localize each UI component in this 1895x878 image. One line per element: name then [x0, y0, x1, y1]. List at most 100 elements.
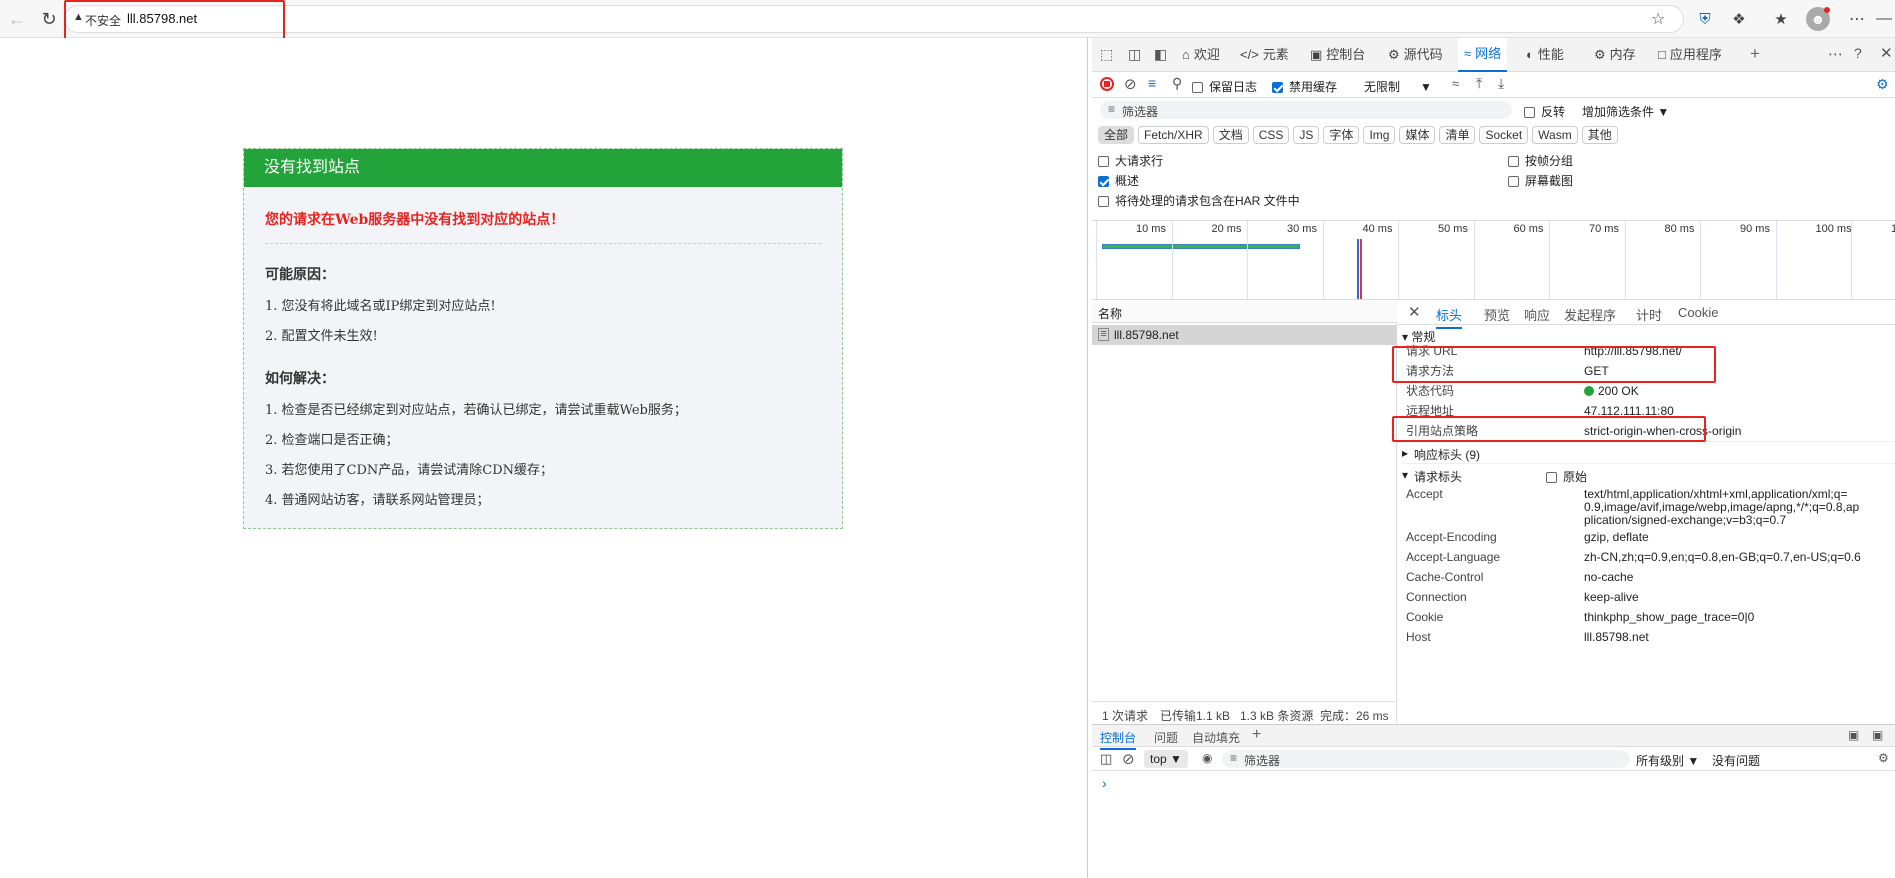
invert-checkbox[interactable]: 反转 [1524, 103, 1565, 120]
close-drawer-icon[interactable]: ▣ [1872, 728, 1883, 742]
export-har-icon[interactable]: ⤓ [1498, 75, 1504, 92]
header-value[interactable]: text/html,application/xhtml+xml,applicat… [1584, 487, 1847, 501]
request-header-row: Cache-Control no-cache [1398, 570, 1895, 587]
header-value[interactable]: gzip, deflate [1584, 530, 1649, 544]
code-icon: </> [1240, 47, 1259, 62]
clear-icon[interactable]: ⊘ [1124, 75, 1137, 93]
header-value[interactable]: zh-CN,zh;q=0.9,en;q=0.8,en-GB;q=0.7,en-U… [1584, 550, 1861, 564]
type-filter-pill[interactable]: JS [1293, 126, 1320, 144]
screenshots-checkbox[interactable]: 屏幕截图 [1508, 172, 1573, 189]
detail-tab-cookie[interactable]: Cookie [1678, 305, 1718, 320]
type-filter-pill[interactable]: 文档 [1212, 126, 1249, 144]
tab-application[interactable]: □ 应用程序 [1658, 38, 1722, 72]
header-value[interactable]: lll.85798.net [1584, 630, 1649, 644]
undock-drawer-icon[interactable]: ▣ [1848, 728, 1859, 742]
add-drawer-tab-icon[interactable]: + [1252, 726, 1261, 744]
close-detail-icon[interactable]: ✕ [1408, 303, 1421, 321]
type-filter-pill[interactable]: Socket [1479, 126, 1529, 144]
tab-console[interactable]: ▣ 控制台 [1310, 38, 1365, 72]
tab-elements[interactable]: </> 元素 [1240, 38, 1289, 72]
header-value[interactable]: plication/signed-exchange;v=b3;q=0.7 [1584, 513, 1786, 527]
more-tools-icon[interactable]: ⋯ [1828, 45, 1843, 63]
request-headers-toggle[interactable]: ▾ 请求标头 原始 [1402, 463, 1895, 485]
type-filter-pill[interactable]: 媒体 [1399, 126, 1436, 144]
header-value[interactable]: 200 OK [1584, 381, 1639, 401]
tab-welcome[interactable]: ⌂ 欢迎 [1182, 38, 1220, 72]
request-row[interactable]: ≡ lll.85798.net [1092, 325, 1397, 345]
throttle-select[interactable]: 无限制 ▼ [1364, 78, 1432, 95]
filter-toggle-icon[interactable]: ≡ [1148, 75, 1156, 91]
timeline-tick-label: 20 ms [1211, 223, 1242, 235]
header-value[interactable]: thinkphp_show_page_trace=0|0 [1584, 610, 1754, 624]
dash-icon[interactable]: — [1875, 8, 1893, 30]
address-bar[interactable]: ▲ 不安全 lll.85798.net ☆ [64, 5, 1684, 33]
large-rows-checkbox[interactable]: 大请求行 [1098, 152, 1163, 169]
har-pending-checkbox[interactable]: 将待处理的请求包含在HAR 文件中 [1098, 192, 1300, 209]
console-toolbar: ◫ ⊘ top ▼ ◉ ≡ 筛选器 所有级别 ▼ 没有问题 ⚙ [1092, 747, 1895, 771]
type-filter-pill[interactable]: CSS [1252, 126, 1290, 144]
import-har-icon[interactable]: ⤒ [1476, 75, 1482, 92]
shield-extension-icon[interactable]: ⛨ [1694, 8, 1716, 30]
more-filters-button[interactable]: 增加筛选条件 ▼ [1582, 103, 1669, 120]
issues-counter[interactable]: 没有问题 [1712, 752, 1760, 769]
context-select[interactable]: top ▼ [1144, 750, 1188, 768]
sidebar-toggle-icon[interactable]: ◫ [1100, 751, 1112, 767]
timeline-gridline [1549, 221, 1550, 299]
drawer-tab-issues[interactable]: 问题 [1154, 729, 1178, 746]
type-filter-pill[interactable]: Wasm [1532, 126, 1578, 144]
filter-input[interactable]: ≡ 筛选器 [1100, 101, 1512, 119]
type-filter-pill[interactable]: Fetch/XHR [1138, 126, 1209, 144]
solution-item: 1. 检查是否已经绑定到对应站点，若确认已绑定，请尝试重载Web服务； [265, 403, 687, 418]
overview-checkbox[interactable]: 概述 [1098, 172, 1139, 189]
more-menu-icon[interactable]: ⋯ [1846, 8, 1868, 30]
disable-cache-checkbox[interactable]: 禁用缓存 [1272, 78, 1337, 95]
type-filter-pill[interactable]: 字体 [1323, 126, 1360, 144]
type-filter-pill[interactable]: 全部 [1098, 126, 1135, 144]
close-devtools-icon[interactable]: ✕ [1880, 44, 1893, 62]
network-conditions-icon[interactable]: ≈ [1452, 76, 1459, 91]
raw-headers-checkbox[interactable]: 原始 [1546, 468, 1587, 485]
type-filter-pill[interactable]: 其他 [1581, 126, 1618, 144]
document-icon: ≡ [1098, 328, 1109, 341]
detail-tab-timing[interactable]: 计时 [1636, 305, 1662, 324]
log-levels-select[interactable]: 所有级别 ▼ [1636, 752, 1699, 769]
favorite-star-icon[interactable]: ☆ [1651, 9, 1665, 29]
console-filter-input[interactable]: ≡ 筛选器 [1222, 750, 1630, 768]
settings-gear-icon[interactable]: ⚙ [1876, 76, 1889, 93]
back-icon[interactable]: ← [6, 8, 28, 30]
tab-network[interactable]: ≈ 网络 [1458, 38, 1508, 72]
console-icon: ▣ [1310, 47, 1323, 62]
console-settings-icon[interactable]: ⚙ [1878, 751, 1889, 765]
add-tab-icon[interactable]: + [1750, 44, 1760, 64]
favorites-icon[interactable]: ★ [1770, 8, 1792, 30]
type-filter-pill[interactable]: 清单 [1439, 126, 1476, 144]
filter-icon: ≡ [1230, 751, 1238, 765]
device-icon[interactable]: ◫ [1128, 46, 1141, 63]
extensions-icon[interactable]: ❖ [1728, 8, 1750, 30]
preserve-log-checkbox[interactable]: 保留日志 [1192, 78, 1257, 95]
tab-sources[interactable]: ⚙ 源代码 [1388, 38, 1443, 72]
response-headers-toggle[interactable]: ▸ 响应标头 (9) [1402, 441, 1895, 463]
tab-memory[interactable]: ⚙ 内存 [1594, 38, 1636, 72]
group-by-frame-checkbox[interactable]: 按帧分组 [1508, 152, 1573, 169]
console-prompt-icon[interactable]: › [1102, 775, 1107, 791]
help-icon[interactable]: ? [1854, 45, 1862, 61]
type-filter-pill[interactable]: Img [1363, 126, 1396, 144]
live-expression-eye-icon[interactable]: ◉ [1202, 751, 1212, 765]
detail-tab-initiator[interactable]: 发起程序 [1564, 305, 1616, 324]
clear-console-icon[interactable]: ⊘ [1122, 750, 1135, 768]
tab-performance[interactable]: ◐ 性能 [1526, 38, 1564, 72]
timeline-overview[interactable]: 10 ms 20 ms 30 ms 40 ms 50 ms 60 ms 70 ms 80 ms… [1092, 220, 1895, 300]
inspect-icon[interactable]: ⬚ [1100, 46, 1113, 63]
record-stop-icon[interactable] [1100, 77, 1114, 91]
detail-tab-response[interactable]: 响应 [1524, 305, 1550, 324]
header-value[interactable]: keep-alive [1584, 590, 1639, 604]
detail-tab-preview[interactable]: 预览 [1484, 305, 1510, 324]
detail-tab-headers[interactable]: 标头 [1436, 305, 1463, 329]
drawer-tab-autofill[interactable]: 自动填充 [1192, 729, 1240, 746]
refresh-icon[interactable]: ↻ [38, 8, 60, 30]
header-value[interactable]: 0.9,image/avif,image/webp,image/apng,*/*… [1584, 500, 1859, 514]
search-icon[interactable]: ⚲ [1172, 75, 1182, 92]
dock-icon[interactable]: ◧ [1154, 46, 1167, 63]
header-value[interactable]: no-cache [1584, 570, 1633, 584]
